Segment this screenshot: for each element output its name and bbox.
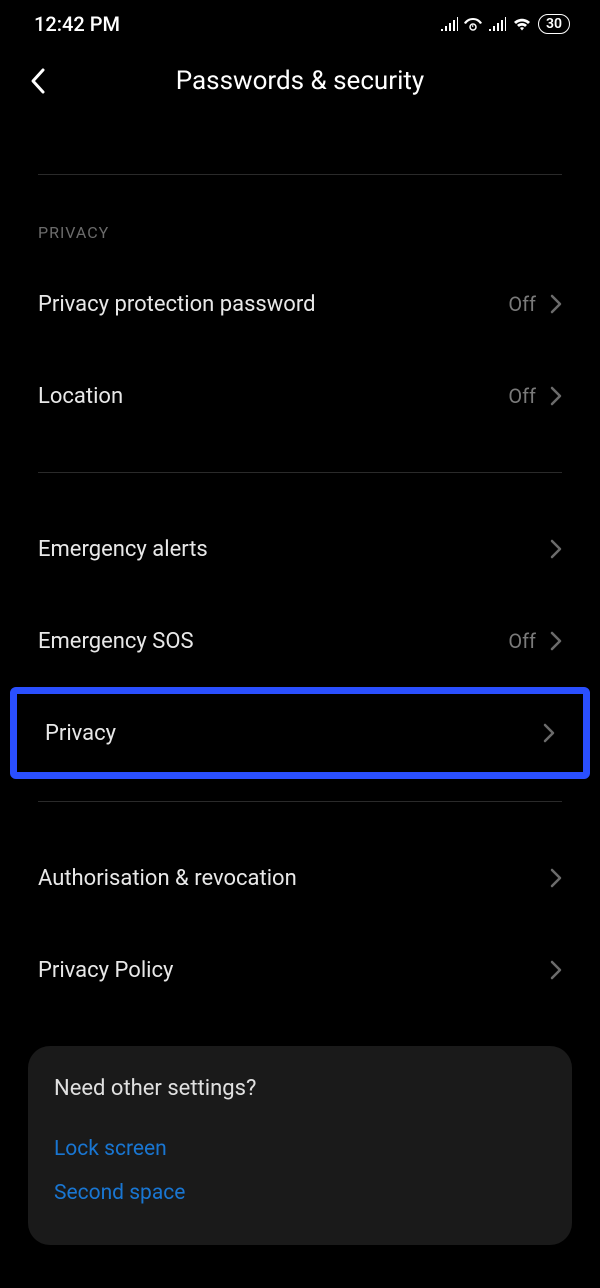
row-location[interactable]: Location Off xyxy=(0,350,600,442)
header: Passwords & security xyxy=(0,44,600,116)
row-label: Emergency SOS xyxy=(38,629,194,654)
row-value: Off xyxy=(508,629,536,653)
other-settings-card: Need other settings? Lock screen Second … xyxy=(28,1046,572,1245)
link-second-space[interactable]: Second space xyxy=(54,1171,546,1215)
chevron-right-icon xyxy=(543,723,555,743)
wifi-icon xyxy=(512,16,532,32)
row-label: Privacy protection password xyxy=(38,292,316,317)
row-privacy-policy[interactable]: Privacy Policy xyxy=(0,924,600,1016)
status-time: 12:42 PM xyxy=(34,12,120,36)
battery-indicator: 30 xyxy=(538,14,570,34)
row-label: Location xyxy=(38,384,123,409)
row-value: Off xyxy=(508,292,536,316)
status-right: 30 xyxy=(440,14,570,34)
row-emergency-alerts[interactable]: Emergency alerts xyxy=(0,503,600,595)
row-label: Authorisation & revocation xyxy=(38,866,297,891)
highlight-box: Privacy xyxy=(10,687,590,779)
row-label: Privacy Policy xyxy=(38,958,173,983)
row-authorisation-revocation[interactable]: Authorisation & revocation xyxy=(0,832,600,924)
signal-icon-2 xyxy=(488,17,506,31)
status-bar: 12:42 PM 30 xyxy=(0,0,600,44)
wifi-sync-icon xyxy=(464,16,482,32)
page-title: Passwords & security xyxy=(30,66,570,96)
row-value: Off xyxy=(508,384,536,408)
chevron-right-icon xyxy=(550,294,562,314)
row-privacy-protection-password[interactable]: Privacy protection password Off xyxy=(0,258,600,350)
row-emergency-sos[interactable]: Emergency SOS Off xyxy=(0,595,600,687)
signal-icon-1 xyxy=(440,17,458,31)
row-label: Emergency alerts xyxy=(38,537,208,562)
chevron-right-icon xyxy=(550,539,562,559)
row-label: Privacy xyxy=(45,721,116,746)
section-header-privacy: PRIVACY xyxy=(0,175,600,258)
link-lock-screen[interactable]: Lock screen xyxy=(54,1127,546,1171)
chevron-right-icon xyxy=(550,960,562,980)
chevron-right-icon xyxy=(550,868,562,888)
chevron-right-icon xyxy=(550,631,562,651)
row-privacy[interactable]: Privacy xyxy=(17,694,583,772)
card-title: Need other settings? xyxy=(54,1076,546,1101)
chevron-right-icon xyxy=(550,386,562,406)
